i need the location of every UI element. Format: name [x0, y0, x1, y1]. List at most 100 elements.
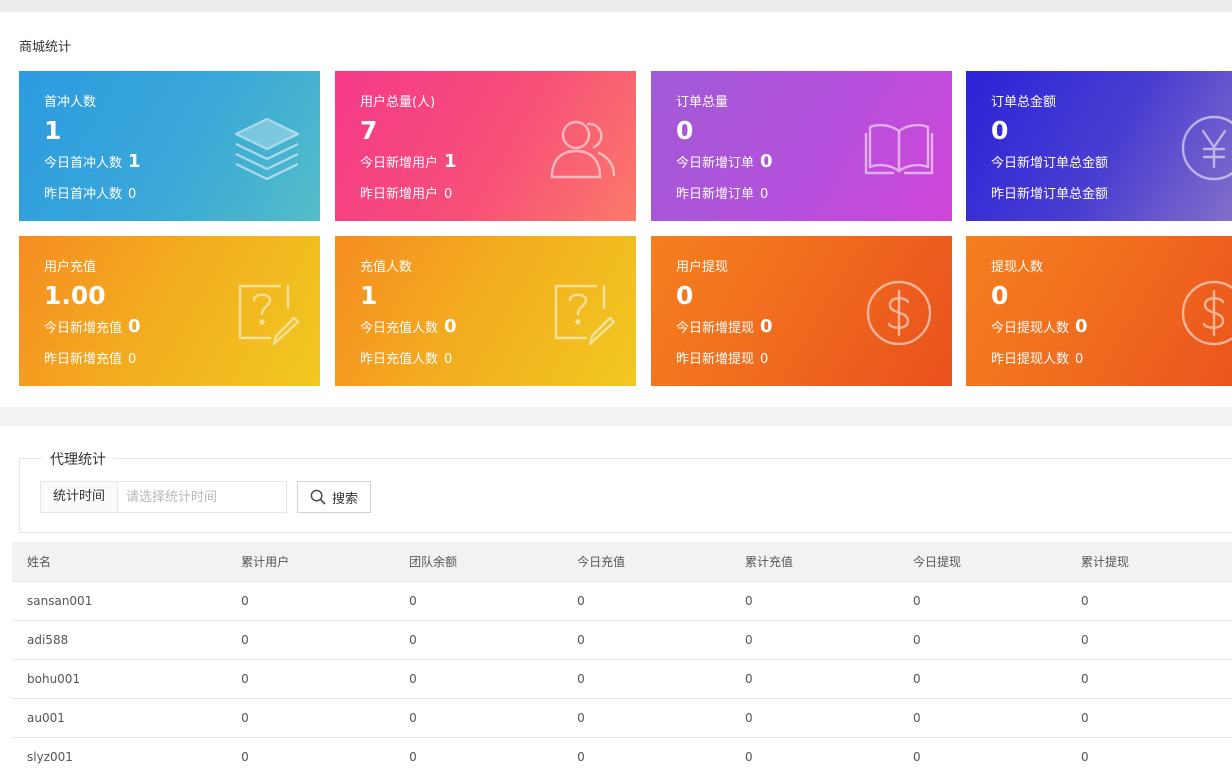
table-cell: 0	[1065, 698, 1232, 738]
today-label: 今日首冲人数	[44, 156, 123, 171]
table-cell: 0	[226, 620, 395, 660]
yesterday-value: 0	[444, 187, 453, 202]
table-cell: 0	[1065, 581, 1232, 621]
table-cell: 0	[394, 737, 563, 776]
table-header-row: 姓名 累计用户 团队余额 今日充值 累计充值 今日提现 累计提现	[12, 542, 1232, 582]
agent-filter-fieldset: 代理统计 统计时间 搜索	[19, 449, 1232, 533]
table-cell: 0	[898, 698, 1066, 738]
table-cell: 0	[394, 698, 563, 738]
question-note-icon	[548, 278, 618, 348]
stat-card-value: 1	[360, 281, 378, 310]
today-value: 0	[760, 316, 773, 337]
agent-stats-panel: 代理统计 统计时间 搜索 姓名累计用户团队余额今日充值累计充值今日提现累计提现 …	[0, 426, 1232, 776]
column-header: 累计用户	[226, 542, 395, 582]
stat-card-today: 今日首冲人数 1	[44, 151, 141, 172]
table-cell: 0	[394, 581, 563, 621]
table-cell: 0	[1065, 737, 1232, 776]
stat-card-title: 订单总量	[676, 95, 729, 110]
today-label: 今日新增充值	[44, 321, 123, 336]
today-value: 1	[444, 151, 457, 172]
agent-name-cell: au001	[12, 698, 227, 738]
yesterday-label: 昨日新增订单总金额	[991, 187, 1109, 202]
table-cell: 0	[226, 737, 395, 776]
today-label: 今日提现人数	[991, 321, 1070, 336]
agent-name-cell: slyz001	[12, 737, 227, 776]
table-cell: 0	[562, 620, 731, 660]
table-cell: 0	[898, 737, 1066, 776]
stat-card: 订单总量 0 今日新增订单 0 昨日新增订单 0	[651, 71, 952, 221]
stat-card-today: 今日新增充值 0	[44, 316, 141, 337]
dollar-icon	[1179, 278, 1232, 348]
stat-card-yesterday: 昨日新增订单 0	[676, 183, 768, 202]
yesterday-value: 0	[760, 352, 769, 367]
yesterday-label: 昨日新增提现	[676, 352, 755, 367]
stat-card-yesterday: 昨日新增充值 0	[44, 348, 136, 367]
stat-card-value: 1	[44, 116, 62, 145]
today-label: 今日新增订单总金额	[991, 156, 1109, 171]
stat-card-today: 今日提现人数 0	[991, 316, 1088, 337]
stat-card-yesterday: 昨日新增用户 0	[360, 183, 452, 202]
table-row: au001 0 0 0 0 0 0	[12, 698, 1232, 738]
stat-card-today: 今日新增提现 0	[676, 316, 773, 337]
column-header: 姓名	[12, 542, 227, 582]
question-note-icon	[232, 278, 302, 348]
stat-card-title: 提现人数	[991, 260, 1044, 275]
stat-time-label: 统计时间	[40, 481, 118, 513]
table-body: sansan001 0 0 0 0 0 0 adi588 0 0 0 0 0 0 bohu001 0 0 0 0 0 0…	[12, 581, 1232, 776]
column-header: 累计充值	[730, 542, 898, 582]
today-label: 今日充值人数	[360, 321, 439, 336]
stat-card: 订单总金额 0 今日新增订单总金额 昨日新增订单总金额	[966, 71, 1232, 221]
today-value: 0	[1075, 316, 1088, 337]
column-header: 累计提现	[1065, 542, 1232, 582]
table-cell: 0	[730, 698, 898, 738]
stat-card: 用户总量(人) 7 今日新增用户 1 昨日新增用户 0	[335, 71, 636, 221]
search-button[interactable]: 搜索	[297, 481, 371, 513]
table-cell: 0	[730, 581, 898, 621]
table-cell: 0	[730, 620, 898, 660]
stat-card-today: 今日充值人数 0	[360, 316, 457, 337]
table-cell: 0	[394, 659, 563, 699]
stat-card-today: 今日新增订单 0	[676, 151, 773, 172]
stat-card-yesterday: 昨日新增订单总金额	[991, 183, 1114, 202]
book-icon	[864, 113, 934, 183]
table-row: bohu001 0 0 0 0 0 0	[12, 659, 1232, 699]
search-icon	[310, 489, 326, 505]
yesterday-label: 昨日新增充值	[44, 352, 123, 367]
stat-time-input[interactable]	[117, 481, 287, 513]
table-cell: 0	[898, 659, 1066, 699]
today-value: 1	[128, 151, 141, 172]
stat-card-value: 7	[360, 116, 378, 145]
stat-card: 首冲人数 1 今日首冲人数 1 昨日首冲人数 0	[19, 71, 320, 221]
users-icon	[548, 113, 618, 183]
stat-card-value: 0	[676, 281, 694, 310]
yesterday-value: 0	[760, 187, 769, 202]
table-row: adi588 0 0 0 0 0 0	[12, 620, 1232, 660]
table-cell: 0	[562, 659, 731, 699]
table-cell: 0	[1065, 659, 1232, 699]
yesterday-label: 昨日充值人数	[360, 352, 439, 367]
table-cell: 0	[1065, 620, 1232, 660]
stat-card: 用户充值 1.00 今日新增充值 0 昨日新增充值 0	[19, 236, 320, 386]
stat-card-title: 首冲人数	[44, 95, 97, 110]
yesterday-label: 昨日首冲人数	[44, 187, 123, 202]
yesterday-value: 0	[128, 352, 137, 367]
today-label: 今日新增提现	[676, 321, 755, 336]
stat-card-today: 今日新增订单总金额	[991, 151, 1114, 172]
table-cell: 0	[730, 659, 898, 699]
top-strip	[0, 0, 1232, 12]
stat-card-title: 订单总金额	[991, 95, 1057, 110]
stat-card-title: 用户充值	[44, 260, 97, 275]
fieldset-legend: 代理统计	[42, 449, 114, 469]
stat-card-value: 0	[676, 116, 694, 145]
stat-card-yesterday: 昨日提现人数 0	[991, 348, 1083, 367]
column-header: 今日提现	[898, 542, 1066, 582]
table-cell: 0	[226, 698, 395, 738]
table-cell: 0	[898, 581, 1066, 621]
yesterday-value: 0	[1075, 352, 1084, 367]
table-cell: 0	[562, 698, 731, 738]
today-label: 今日新增订单	[676, 156, 755, 171]
stat-card-yesterday: 昨日充值人数 0	[360, 348, 452, 367]
stat-card-title: 用户总量(人)	[360, 95, 436, 110]
yesterday-label: 昨日新增订单	[676, 187, 755, 202]
yen-icon	[1179, 113, 1232, 183]
